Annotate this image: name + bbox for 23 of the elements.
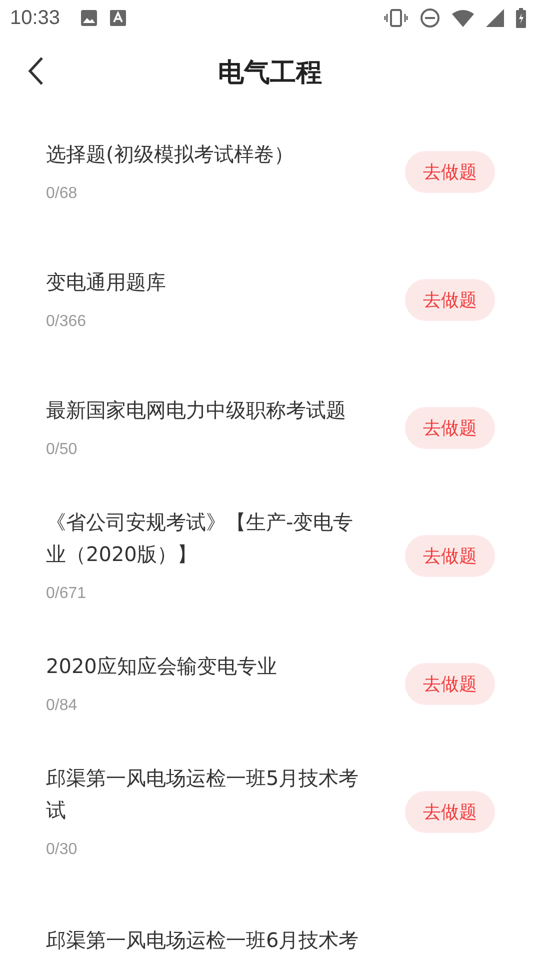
progress-count: 0/50: [46, 440, 78, 460]
exam-title[interactable]: 《省公司安规考试》【生产-变电专业（2020版）】: [46, 506, 372, 570]
progress-count: 0/68: [46, 184, 78, 204]
vibrate-icon: [384, 9, 408, 27]
do-not-disturb-icon: [420, 8, 440, 28]
signal-icon: [486, 9, 504, 27]
wifi-icon: [452, 9, 474, 27]
exam-title[interactable]: 邱渠第一风电场运检一班5月技术考试: [46, 762, 372, 826]
progress-count: 0/671: [46, 584, 88, 604]
back-icon[interactable]: [28, 56, 44, 86]
progress-count: 0/30: [46, 840, 78, 860]
progress-count: 0/366: [46, 312, 88, 332]
exam-title[interactable]: 变电通用题库: [46, 266, 372, 298]
font-icon: [110, 9, 126, 27]
exam-title[interactable]: 邱渠第一风电场运检一班6月技术考: [46, 924, 372, 956]
exam-title[interactable]: 选择题(初级模拟考试样卷）: [46, 138, 372, 170]
exam-title[interactable]: 2020应知应会输变电专业: [46, 650, 372, 682]
image-icon: [80, 9, 98, 27]
battery-icon: [516, 8, 526, 28]
page-title: 电气工程: [218, 56, 322, 90]
status-time: 10:33: [10, 6, 60, 30]
progress-count: 0/84: [46, 696, 78, 716]
exam-title[interactable]: 最新国家电网电力中级职称考试题: [46, 394, 372, 426]
